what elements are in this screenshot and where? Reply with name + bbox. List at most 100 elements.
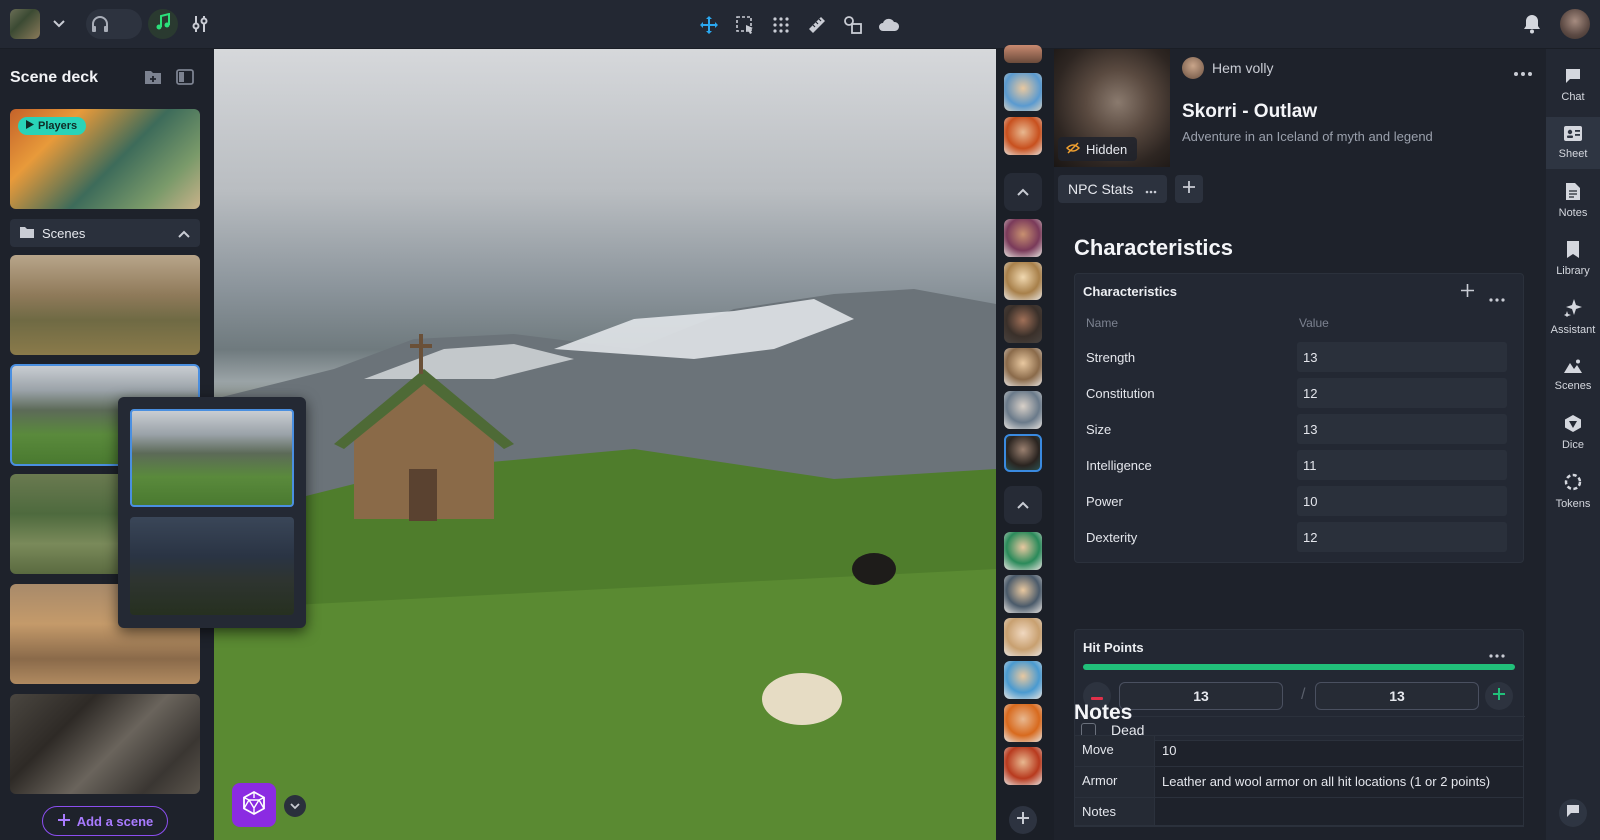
shapes-icon[interactable]: [841, 13, 865, 37]
headphones-icon: [90, 14, 110, 39]
hp-current-input[interactable]: 13: [1119, 682, 1283, 710]
d20-icon: [241, 790, 267, 821]
owner-name: Hem volly: [1212, 60, 1274, 76]
token[interactable]: [1004, 661, 1042, 699]
hp-max-input[interactable]: 13: [1315, 682, 1479, 710]
game-thumbnail[interactable]: [10, 9, 40, 39]
add-tab-button[interactable]: [1175, 175, 1204, 203]
players-badge: Players: [18, 117, 87, 135]
stat-name: Power: [1086, 494, 1123, 509]
scene-variant-day[interactable]: [130, 409, 294, 507]
characteristics-heading: Characteristics: [1074, 235, 1233, 260]
tab-npc-stats[interactable]: NPC Stats: [1058, 175, 1168, 203]
bell-icon[interactable]: [1520, 12, 1544, 36]
user-avatar[interactable]: [1560, 9, 1590, 39]
notes-value[interactable]: 10: [1155, 736, 1523, 766]
nav-label: Notes: [1558, 207, 1588, 219]
notes-value[interactable]: Leather and wool armor on all hit locati…: [1155, 767, 1523, 797]
notes-value[interactable]: [1155, 798, 1523, 825]
ruler-icon[interactable]: [805, 13, 829, 37]
stat-value-input[interactable]: 12: [1297, 522, 1507, 552]
stat-value-input[interactable]: 12: [1297, 378, 1507, 408]
token-selected[interactable]: [1004, 434, 1042, 472]
plus-icon: [1016, 811, 1030, 830]
token[interactable]: [1004, 747, 1042, 785]
ellipsis-icon[interactable]: [1145, 181, 1157, 197]
characteristics-box: Characteristics Name Value Strength 13 C…: [1074, 273, 1524, 563]
select-icon[interactable]: [733, 13, 757, 37]
nav-dice[interactable]: Dice: [1546, 407, 1600, 459]
add-token-button[interactable]: [1009, 806, 1037, 834]
more-options-icon[interactable]: [1489, 645, 1505, 663]
nav-label: Sheet: [1558, 148, 1588, 160]
add-folder-icon[interactable]: [144, 69, 164, 87]
token[interactable]: [1004, 348, 1042, 386]
nav-library[interactable]: Library: [1546, 233, 1600, 285]
collapse-panel-icon[interactable]: [176, 69, 196, 87]
character-portrait[interactable]: Hidden: [1054, 49, 1170, 167]
dice-logo-button[interactable]: [232, 783, 276, 827]
map-canvas[interactable]: [214, 49, 996, 840]
scene-variant-night[interactable]: [130, 517, 294, 615]
nav-scenes[interactable]: Scenes: [1546, 349, 1600, 401]
notes-icon: [1566, 183, 1580, 203]
add-scene-button[interactable]: Add a scene: [42, 806, 168, 836]
token-group-collapse[interactable]: [1004, 486, 1042, 524]
audio-toggle[interactable]: [86, 9, 142, 39]
feedback-button[interactable]: [1559, 799, 1587, 827]
dice-icon: [1565, 415, 1581, 435]
players-scene-thumbnail[interactable]: Players: [10, 109, 200, 209]
fog-icon[interactable]: [877, 13, 901, 37]
nav-assistant[interactable]: Assistant: [1546, 291, 1600, 343]
token[interactable]: [1004, 45, 1042, 63]
more-options-icon[interactable]: [1514, 63, 1532, 81]
token[interactable]: [1004, 117, 1042, 155]
more-options-icon[interactable]: [1489, 289, 1505, 307]
scene-thumbnail[interactable]: [10, 255, 200, 355]
hit-points-box: Hit Points 13 / 13 Dead: [1074, 629, 1525, 741]
nav-chat[interactable]: Chat: [1546, 59, 1600, 111]
plus-icon: [1493, 687, 1505, 705]
token[interactable]: [1004, 219, 1042, 257]
deck-title: Scene deck: [10, 69, 99, 86]
dice-menu-toggle[interactable]: [284, 795, 306, 817]
character-sheet: Hidden Hem volly Skorri - Outlaw Adventu…: [1054, 49, 1546, 840]
scenes-folder-label: Scenes: [42, 225, 86, 241]
characteristics-box-title: Characteristics: [1083, 284, 1177, 299]
nav-sheet[interactable]: Sheet: [1546, 117, 1600, 169]
scene-hover-popover: [118, 397, 306, 628]
token[interactable]: [1004, 262, 1042, 300]
scenes-folder-header[interactable]: Scenes: [10, 219, 200, 247]
nav-notes[interactable]: Notes: [1546, 175, 1600, 227]
chevron-down-icon[interactable]: [50, 14, 68, 34]
move-icon[interactable]: [697, 13, 721, 37]
add-scene-label: Add a scene: [76, 813, 154, 829]
notes-key: Move: [1075, 736, 1155, 766]
token[interactable]: [1004, 618, 1042, 656]
token[interactable]: [1004, 532, 1042, 570]
grid-icon[interactable]: [769, 13, 793, 37]
top-bar: [0, 0, 1600, 49]
scene-thumbnail[interactable]: [10, 694, 200, 794]
scene-image: [214, 289, 996, 840]
scenes-icon: [1564, 359, 1582, 376]
token-group-collapse[interactable]: [1004, 173, 1042, 211]
token[interactable]: [1004, 305, 1042, 343]
music-button[interactable]: [148, 9, 178, 39]
stat-value-input[interactable]: 10: [1297, 486, 1507, 516]
message-icon: [1567, 804, 1579, 822]
tokens-icon: [1564, 473, 1582, 494]
stat-value-input[interactable]: 13: [1297, 342, 1507, 372]
token[interactable]: [1004, 391, 1042, 429]
stat-value-input[interactable]: 13: [1297, 414, 1507, 444]
nav-tokens[interactable]: Tokens: [1546, 465, 1600, 517]
token[interactable]: [1004, 575, 1042, 613]
increase-hp-button[interactable]: [1485, 682, 1513, 710]
sliders-icon[interactable]: [188, 12, 212, 36]
plus-icon[interactable]: [1461, 284, 1474, 302]
stat-value-input[interactable]: 11: [1297, 450, 1507, 480]
hp-separator: /: [1301, 686, 1306, 703]
token[interactable]: [1004, 73, 1042, 111]
hidden-badge[interactable]: Hidden: [1058, 137, 1138, 161]
token[interactable]: [1004, 704, 1042, 742]
